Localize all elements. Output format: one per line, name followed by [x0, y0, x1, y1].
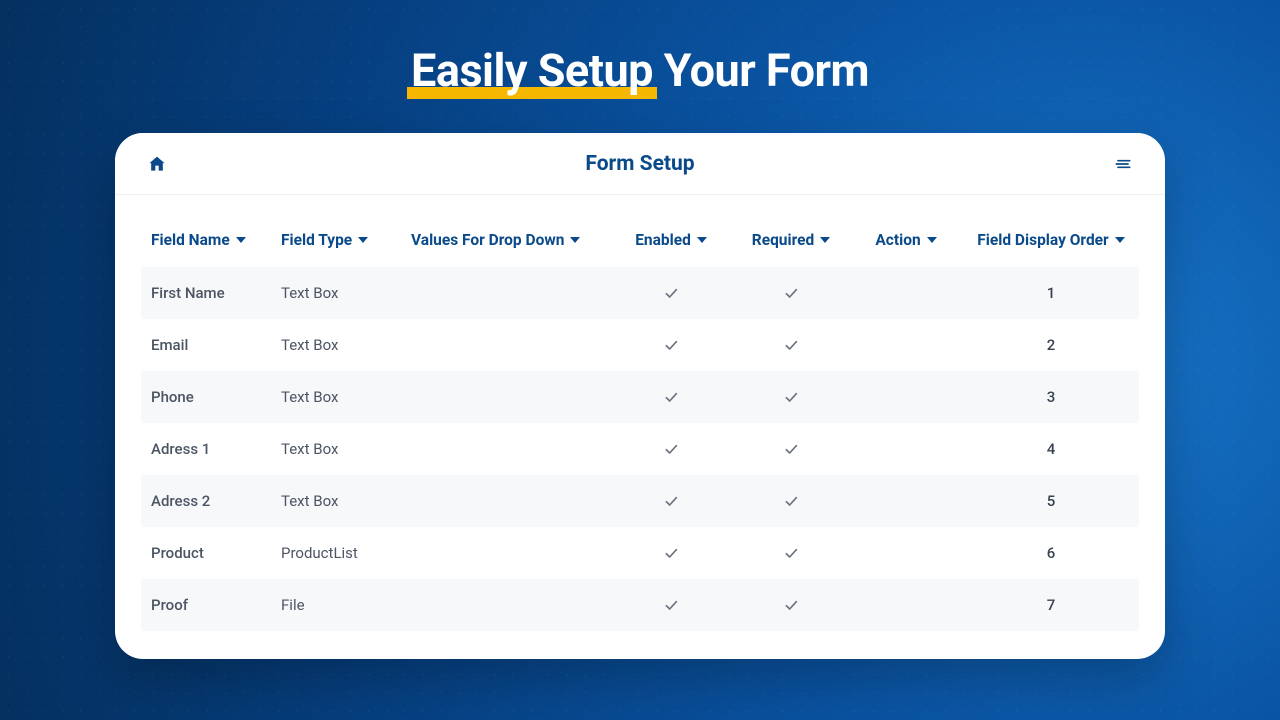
form-setup-card: Form Setup Field Name Field Type Values … — [115, 133, 1165, 659]
col-action[interactable]: Action — [851, 231, 961, 249]
cell-field-type: ProductList — [281, 544, 411, 562]
cell-enabled — [611, 389, 731, 405]
check-icon — [783, 337, 799, 353]
col-required-label: Required — [752, 231, 814, 249]
cell-field-name: Phone — [151, 388, 281, 406]
cell-enabled — [611, 493, 731, 509]
col-values-label: Values For Drop Down — [411, 231, 564, 249]
check-icon — [663, 337, 679, 353]
hero-rest-text: Your Form — [653, 44, 869, 97]
cell-required — [731, 545, 851, 561]
cell-field-name: Email — [151, 336, 281, 354]
cell-field-type: Text Box — [281, 284, 411, 302]
check-icon — [783, 285, 799, 301]
fields-table: Field Name Field Type Values For Drop Do… — [115, 195, 1165, 659]
col-field-name-label: Field Name — [151, 231, 230, 249]
col-required[interactable]: Required — [731, 231, 851, 249]
table-row: Adress 1Text Box 4 — [141, 423, 1139, 475]
col-enabled-label: Enabled — [635, 231, 691, 249]
cell-required — [731, 493, 851, 509]
caret-down-icon — [1115, 235, 1125, 245]
cell-display-order: 6 — [961, 544, 1141, 562]
cell-display-order: 5 — [961, 492, 1141, 510]
caret-down-icon — [570, 235, 580, 245]
caret-down-icon — [697, 235, 707, 245]
caret-down-icon — [820, 235, 830, 245]
cell-field-name: Proof — [151, 596, 281, 614]
col-values[interactable]: Values For Drop Down — [411, 231, 611, 249]
cell-enabled — [611, 597, 731, 613]
table-row: EmailText Box 2 — [141, 319, 1139, 371]
col-action-label: Action — [875, 231, 920, 249]
page-hero-title: Easily Setup Your Form — [411, 44, 869, 97]
cell-display-order: 2 — [961, 336, 1141, 354]
cell-display-order: 3 — [961, 388, 1141, 406]
check-icon — [783, 389, 799, 405]
cell-field-type: File — [281, 596, 411, 614]
hero-accent-text: Easily Setup — [411, 44, 653, 97]
table-row: First NameText Box 1 — [141, 267, 1139, 319]
cell-field-name: Adress 2 — [151, 492, 281, 510]
cell-display-order: 1 — [961, 284, 1141, 302]
cell-required — [731, 597, 851, 613]
table-row: ProofFile 7 — [141, 579, 1139, 631]
check-icon — [663, 389, 679, 405]
table-row: ProductProductList 6 — [141, 527, 1139, 579]
cell-display-order: 7 — [961, 596, 1141, 614]
col-field-name[interactable]: Field Name — [151, 231, 281, 249]
table-row: Adress 2Text Box 5 — [141, 475, 1139, 527]
card-title: Form Setup — [585, 152, 694, 176]
cell-display-order: 4 — [961, 440, 1141, 458]
cell-field-type: Text Box — [281, 492, 411, 510]
check-icon — [663, 285, 679, 301]
table-row: PhoneText Box 3 — [141, 371, 1139, 423]
cell-enabled — [611, 285, 731, 301]
col-enabled[interactable]: Enabled — [611, 231, 731, 249]
cell-required — [731, 337, 851, 353]
cell-field-type: Text Box — [281, 440, 411, 458]
caret-down-icon — [236, 235, 246, 245]
cell-required — [731, 441, 851, 457]
cell-enabled — [611, 441, 731, 457]
check-icon — [783, 493, 799, 509]
cell-field-name: Product — [151, 544, 281, 562]
home-icon[interactable] — [143, 150, 171, 178]
cell-enabled — [611, 337, 731, 353]
check-icon — [663, 545, 679, 561]
check-icon — [783, 545, 799, 561]
caret-down-icon — [358, 235, 368, 245]
cell-required — [731, 389, 851, 405]
col-display-order-label: Field Display Order — [977, 231, 1108, 249]
cell-field-type: Text Box — [281, 336, 411, 354]
cell-field-type: Text Box — [281, 388, 411, 406]
cell-enabled — [611, 545, 731, 561]
table-body: First NameText Box1EmailText Box2PhoneTe… — [141, 267, 1139, 631]
col-display-order[interactable]: Field Display Order — [961, 231, 1141, 249]
cell-field-name: First Name — [151, 284, 281, 302]
check-icon — [783, 441, 799, 457]
check-icon — [663, 493, 679, 509]
check-icon — [663, 441, 679, 457]
cell-required — [731, 285, 851, 301]
check-icon — [663, 597, 679, 613]
table-header-row: Field Name Field Type Values For Drop Do… — [141, 213, 1139, 267]
menu-icon[interactable] — [1109, 150, 1137, 178]
cell-field-name: Adress 1 — [151, 440, 281, 458]
col-field-type[interactable]: Field Type — [281, 231, 411, 249]
col-field-type-label: Field Type — [281, 231, 352, 249]
card-header: Form Setup — [115, 133, 1165, 195]
check-icon — [783, 597, 799, 613]
caret-down-icon — [927, 235, 937, 245]
